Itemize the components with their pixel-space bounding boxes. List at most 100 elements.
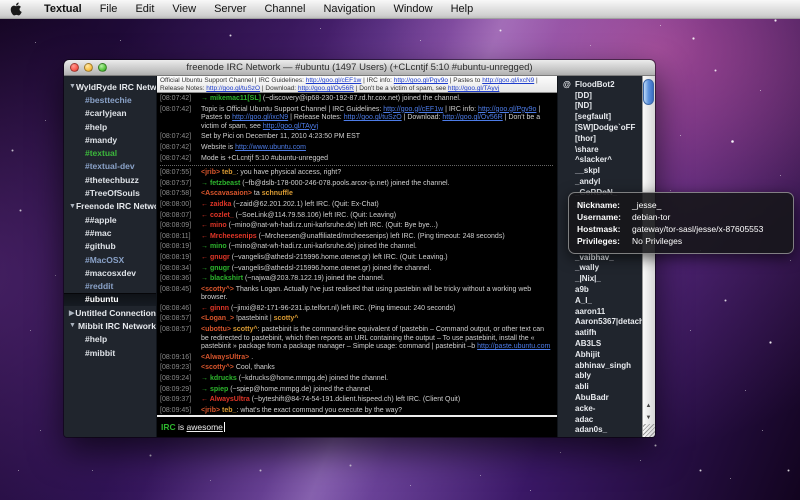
user-item-adan0s_[interactable]: adan0s_ [558, 425, 655, 436]
user-item-\share[interactable]: \share [558, 144, 655, 155]
link[interactable]: http://goo.gl/ixcN9 [232, 114, 288, 121]
user-item-FloodBot2[interactable]: @FloodBot2 [558, 79, 655, 90]
sidebar-item-apple[interactable]: ##apple [64, 213, 156, 226]
scrollbar-thumb[interactable] [643, 79, 654, 105]
user-item-[SW]Dodge`oFF[interactable]: [SW]Dodge`oFF [558, 122, 655, 133]
scroll-up-button[interactable]: ▲ [642, 400, 655, 412]
menu-item-server[interactable]: Server [205, 0, 255, 19]
menu-item-navigation[interactable]: Navigation [314, 0, 384, 19]
speaker-nick: <Ascavasaion> [201, 190, 252, 197]
minimize-button[interactable] [84, 63, 93, 72]
message-text: Mode is +CLcntjf 5:10 #ubuntu-unregged [201, 155, 328, 162]
user-item-adac[interactable]: adac [558, 414, 655, 425]
timestamp: [08:07:42] [160, 144, 197, 153]
server-group-header[interactable]: ▶Untitled Connection [64, 306, 156, 319]
user-item-Aaron5367|detach[interactable]: Aaron5367|detach [558, 317, 655, 328]
user-item-aatifh[interactable]: aatifh [558, 327, 655, 338]
sidebar-item-mandy[interactable]: #mandy [64, 133, 156, 146]
sidebar-item-carlyjean[interactable]: #carlyjean [64, 107, 156, 120]
menu-item-window[interactable]: Window [384, 0, 441, 19]
link[interactable]: http://goo.gl/TAyvj [263, 123, 318, 130]
user-item-abli[interactable]: abli [558, 381, 655, 392]
topic-link[interactable]: http://goo.gl/Pgv9o [394, 77, 448, 84]
user-item-[segfault][interactable]: [segfault] [558, 111, 655, 122]
chat-log[interactable]: [08:07:42]→ mikemac11[SL] (~discovery@ip… [157, 93, 557, 415]
topic-link[interactable]: http://goo.gl/TAyvj [448, 85, 499, 92]
window-title-bar[interactable]: freenode IRC Network — #ubuntu (1497 Use… [64, 60, 655, 76]
topic-link[interactable]: http://goo.gl/Ov56R [298, 85, 354, 92]
chevron-down-icon[interactable]: ▼ [69, 203, 76, 210]
sidebar-item-textual-dev[interactable]: #textual-dev [64, 160, 156, 173]
user-item-ably[interactable]: ably [558, 371, 655, 382]
menu-item-help[interactable]: Help [442, 0, 483, 19]
chat-line: [08:08:57]<Logan_> !pastebinit | scotty^ [160, 315, 553, 324]
user-item-__skpl[interactable]: __skpl [558, 165, 655, 176]
link[interactable]: http://paste.ubuntu.com [477, 343, 550, 350]
user-item-[thor][interactable]: [thor] [558, 133, 655, 144]
sidebar-item-help[interactable]: #help [64, 120, 156, 133]
close-button[interactable] [70, 63, 79, 72]
sidebar-item-thetechbuzz[interactable]: #thetechbuzz [64, 173, 156, 186]
message-text: ta [252, 190, 262, 197]
joined-nick: mino [210, 243, 227, 250]
menu-item-textual[interactable]: Textual [35, 0, 91, 19]
message-input[interactable]: IRC is awesome [157, 415, 557, 437]
mention-nick: teb_ [222, 169, 236, 176]
link[interactable]: http://www.ubuntu.com [235, 144, 306, 151]
chevron-down-icon[interactable]: ▼ [69, 322, 78, 329]
chat-message: <ubottu> scotty^: pastebinit is the comm… [201, 326, 553, 352]
user-item-adante[interactable]: adante [558, 435, 655, 437]
server-group-header[interactable]: ▼Mibbit IRC Network [64, 319, 156, 332]
sidebar-item-mac[interactable]: ##mac [64, 226, 156, 239]
link[interactable]: http://goo.gl/cEF1w [383, 106, 443, 113]
sidebar-item-textual[interactable]: #textual [64, 146, 156, 159]
link[interactable]: http://goo.gl/Pgv9o [478, 106, 536, 113]
chat-line: [08:07:57]→ fetzbeast (~fb@dslb-178-000-… [160, 180, 553, 189]
sidebar-item-TreeOfSouls[interactable]: #TreeOfSouls [64, 186, 156, 199]
scroll-down-button[interactable]: ▼ [642, 412, 655, 424]
apple-menu-icon[interactable] [10, 3, 23, 16]
chat-line: [08:08:45]<scotty^> Thanks Logan. Actual… [160, 286, 553, 303]
chat-line: [08:07:55]<jrib> teb_: you have physical… [160, 169, 553, 178]
menu-item-channel[interactable]: Channel [255, 0, 314, 19]
sidebar-item-ubuntu[interactable]: #ubuntu [64, 293, 156, 306]
server-group-header[interactable]: ▼WyldRyde IRC Network [64, 80, 156, 93]
user-item-A_I_[interactable]: A_I_ [558, 295, 655, 306]
user-item-[DD][interactable]: [DD] [558, 90, 655, 101]
sidebar-item-help[interactable]: #help [64, 333, 156, 346]
timestamp: [08:07:42] [160, 133, 197, 142]
user-item-Abhijit[interactable]: Abhijit [558, 349, 655, 360]
link[interactable]: http://goo.gl/tuSzO [344, 114, 402, 121]
timestamp: [08:09:24] [160, 375, 197, 384]
sidebar-item-macosxdev[interactable]: #macosxdev [64, 266, 156, 279]
menu-item-file[interactable]: File [91, 0, 127, 19]
user-item-abhinav_singh[interactable]: abhinav_singh [558, 360, 655, 371]
user-item-aaron11[interactable]: aaron11 [558, 306, 655, 317]
server-group-header[interactable]: ▼Freenode IRC Network [64, 200, 156, 213]
user-item-AbuBadr[interactable]: AbuBadr [558, 392, 655, 403]
menu-item-edit[interactable]: Edit [126, 0, 163, 19]
sidebar-item-mibbit[interactable]: #mibbit [64, 346, 156, 359]
user-item-[ND][interactable]: [ND] [558, 101, 655, 112]
timestamp: [08:08:45] [160, 286, 197, 303]
user-item-_andyl[interactable]: _andyl [558, 176, 655, 187]
chevron-down-icon[interactable]: ▼ [69, 83, 76, 90]
link[interactable]: http://goo.gl/Ov56R [442, 114, 502, 121]
sidebar-item-reddit[interactable]: #reddit [64, 279, 156, 292]
user-item-_|Nix|_[interactable]: _|Nix|_ [558, 273, 655, 284]
zoom-button[interactable] [98, 63, 107, 72]
resize-grip[interactable] [642, 424, 655, 437]
user-item-_wally[interactable]: _wally [558, 263, 655, 274]
topic-link[interactable]: http://goo.gl/ixcN9 [482, 77, 534, 84]
sidebar-item-besttechie[interactable]: #besttechie [64, 93, 156, 106]
user-item-acke-[interactable]: acke- [558, 403, 655, 414]
topic-link[interactable]: http://goo.gl/cEF1w [306, 77, 362, 84]
user-item-^slacker^[interactable]: ^slacker^ [558, 155, 655, 166]
user-list-scrollbar[interactable]: ▲ ▼ [642, 76, 655, 437]
menu-item-view[interactable]: View [163, 0, 205, 19]
sidebar-item-github[interactable]: #github [64, 240, 156, 253]
user-item-AB3LS[interactable]: AB3LS [558, 338, 655, 349]
sidebar-item-MacOSX[interactable]: #MacOSX [64, 253, 156, 266]
topic-link[interactable]: http://goo.gl/tuSzO [206, 85, 260, 92]
user-item-a9b[interactable]: a9b [558, 284, 655, 295]
